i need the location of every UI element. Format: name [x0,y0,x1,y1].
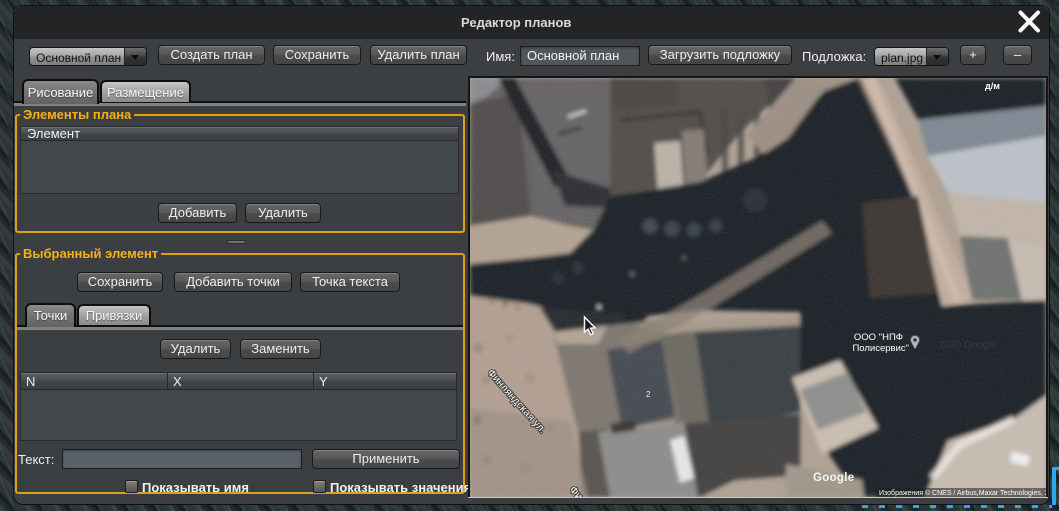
svg-text:© 2020 Goog: © 2020 Goog [530,214,596,226]
svg-text:2: 2 [646,390,651,399]
svg-text:Google: Google [813,472,854,484]
svg-text:2020 Google: 2020 Google [939,340,997,351]
svg-text:Изображения © CNES / Airbus,Ma: Изображения © CNES / Airbus,Maxar Techno… [879,489,1046,497]
svg-text:ООО "НПФ: ООО "НПФ [854,332,903,343]
svg-text:д/м: д/м [985,81,1000,91]
svg-text:Полисервис": Полисервис" [852,343,909,354]
